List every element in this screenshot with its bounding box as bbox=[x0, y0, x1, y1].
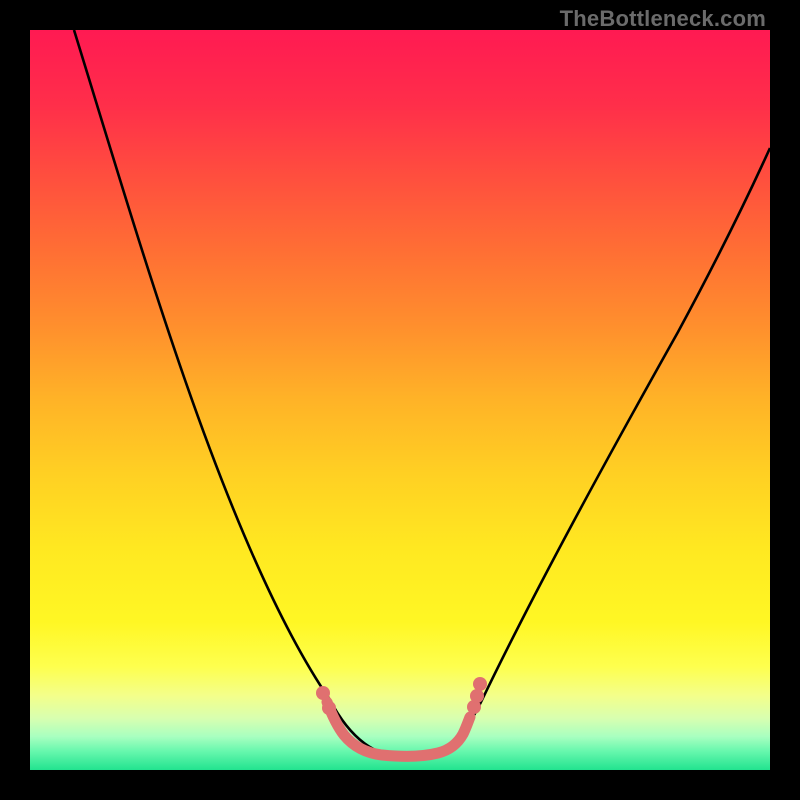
marker-dot bbox=[322, 701, 336, 715]
highlight-markers bbox=[316, 677, 487, 756]
marker-dot bbox=[316, 686, 330, 700]
chart-svg bbox=[30, 30, 770, 770]
plot-area bbox=[30, 30, 770, 770]
marker-dot bbox=[473, 677, 487, 691]
bottleneck-curve bbox=[74, 30, 770, 758]
outer-frame: TheBottleneck.com bbox=[0, 0, 800, 800]
marker-dot bbox=[470, 689, 484, 703]
watermark-text: TheBottleneck.com bbox=[560, 6, 766, 32]
